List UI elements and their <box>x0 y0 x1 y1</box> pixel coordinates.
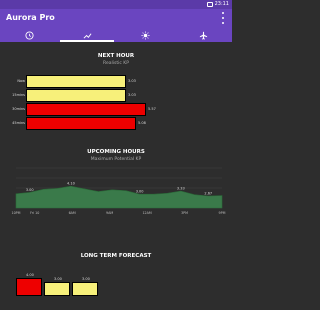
long-term-bar <box>44 282 70 296</box>
overflow-menu-icon[interactable] <box>221 12 225 24</box>
next-hour-bar-value: 5.57 <box>148 107 156 111</box>
next-hour-bar <box>26 75 126 88</box>
next-hour-bar-value: 5.08 <box>138 121 146 125</box>
app-title: Aurora Pro <box>6 13 55 22</box>
kp-area-series <box>15 185 223 209</box>
next-hour-bar-value: 3.03 <box>128 93 136 97</box>
area-value-label: 3.00 <box>136 190 144 194</box>
long-term-bar-value: 3.00 <box>82 277 90 281</box>
battery-icon <box>206 1 213 7</box>
sun-icon <box>140 30 150 40</box>
area-value-label: 3.33 <box>177 187 185 191</box>
upcoming-subtitle: Maximum Potential KP <box>90 157 142 162</box>
x-tick-label: 3PM <box>181 211 188 215</box>
tab-sun[interactable] <box>116 28 174 42</box>
tab-clock[interactable] <box>0 28 58 42</box>
next-hour-row-label: 30mins <box>12 107 25 111</box>
long-term-bar-value: 3.00 <box>54 277 62 281</box>
next-hour-row: 15mins 3.03 <box>0 89 232 102</box>
next-hour-row-label: 45mins <box>12 121 25 125</box>
app-toolbar: Aurora Pro <box>0 9 232 28</box>
x-tick-label: Fri 10 <box>30 211 39 215</box>
next-hour-row: 30mins 5.57 <box>0 103 232 116</box>
long-term-bar-value: 4.00 <box>26 273 34 277</box>
x-tick-label: 9PM <box>219 211 226 215</box>
long-term-title: LONG TERM FORECAST <box>80 253 152 259</box>
status-time: 23:11 <box>214 1 229 7</box>
next-hour-title: NEXT HOUR <box>97 53 135 59</box>
upcoming-title: UPCOMING HOURS <box>87 149 145 155</box>
next-hour-row-label: Now <box>17 79 25 83</box>
trend-icon <box>83 32 91 39</box>
next-hour-bar <box>26 89 126 102</box>
x-tick-label: 12AM <box>142 211 151 215</box>
next-hour-subtitle: Realistic KP <box>103 61 129 66</box>
tab-plane[interactable] <box>174 28 232 42</box>
next-hour-bar-value: 3.03 <box>128 79 136 83</box>
area-value-label: 2.67 <box>204 192 212 196</box>
x-tick-label: 6AM <box>69 211 76 215</box>
status-bar: 23:11 <box>0 0 232 9</box>
airplane-icon <box>199 31 207 39</box>
tab-bar <box>0 28 232 42</box>
next-hour-row: Now 3.03 <box>0 75 232 88</box>
long-term-bar <box>16 278 42 296</box>
area-value-label: 3.00 <box>26 188 34 192</box>
area-value-label: 4.10 <box>67 182 75 186</box>
x-tick-label: 9AM <box>106 211 113 215</box>
next-hour-bar <box>26 103 146 116</box>
next-hour-row: 45mins 5.08 <box>0 117 232 130</box>
x-tick-label: 10PM <box>11 211 20 215</box>
clock-icon <box>24 30 34 40</box>
upcoming-area-chart: 3.00 4.10 3.00 3.33 2.67 10PM Fri 10 6AM 9AM 12AM… <box>11 167 226 215</box>
next-hour-row-label: 15mins <box>12 93 25 97</box>
tab-graph[interactable] <box>58 28 116 42</box>
long-term-bar <box>72 282 98 296</box>
next-hour-bar <box>26 117 136 130</box>
